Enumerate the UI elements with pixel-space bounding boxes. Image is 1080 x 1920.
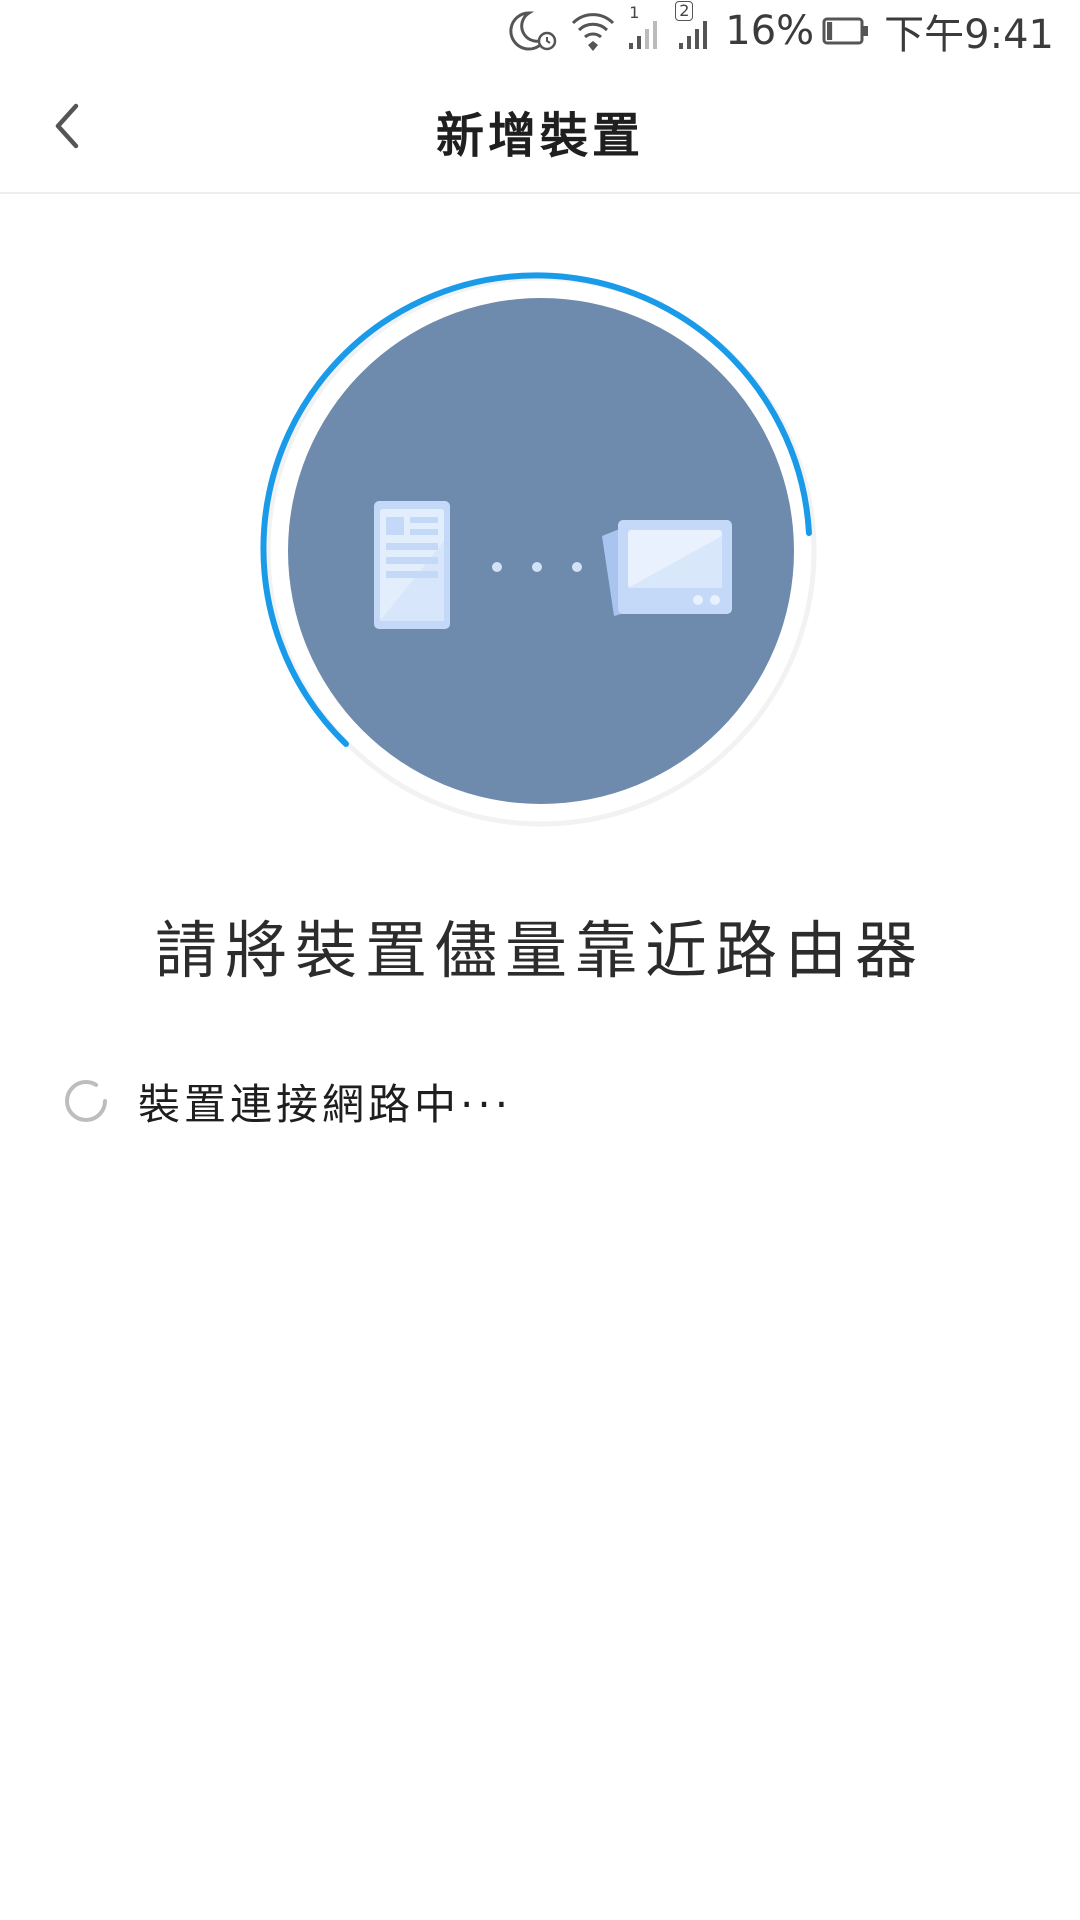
router-device-icon xyxy=(602,520,732,616)
loading-spinner-icon xyxy=(62,1077,110,1125)
pairing-illustration xyxy=(256,266,826,836)
connection-status-row: 裝置連接網路中··· xyxy=(62,1070,512,1132)
page-title: 新增裝置 xyxy=(435,108,644,164)
sim1-label: 1 xyxy=(629,3,640,22)
app-header: 新增裝置 xyxy=(0,62,1080,194)
instruction-text: 請將裝置儘量靠近路由器 xyxy=(154,914,925,987)
signal-sim2-icon: 2 xyxy=(673,1,717,53)
phone-icon xyxy=(374,501,450,629)
sim2-label: 2 xyxy=(675,1,694,21)
add-device-screen: 1 2 16% 下午9:41 新增裝置 請將裝置儘量靠近路由器 裝置連接網路中·… xyxy=(0,0,1080,1920)
wifi-icon xyxy=(569,9,617,53)
clock: 下午9:41 xyxy=(884,12,1054,58)
connection-status-label: 裝置連接網路中··· xyxy=(138,1079,513,1129)
signal-sim1-icon: 1 xyxy=(625,3,665,53)
battery-icon xyxy=(822,15,870,47)
battery-percent: 16% xyxy=(725,8,815,54)
moon-alarm-icon xyxy=(509,9,561,53)
status-bar: 1 2 16% 下午9:41 xyxy=(0,0,1080,62)
